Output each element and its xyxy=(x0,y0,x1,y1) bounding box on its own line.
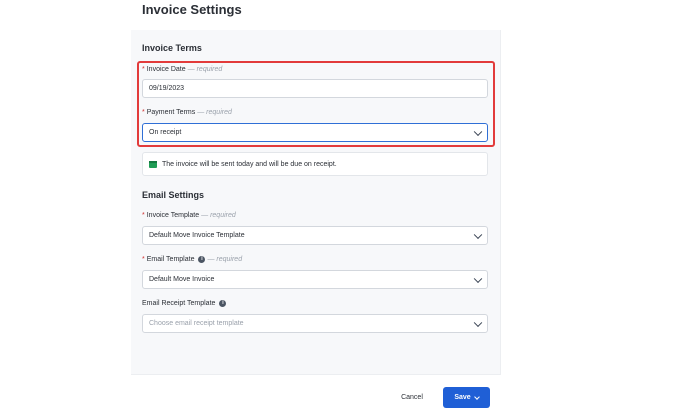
email-template-select[interactable]: Default Move Invoice xyxy=(142,270,488,289)
required-asterisk: * xyxy=(142,109,145,116)
chevron-down-icon xyxy=(473,127,483,136)
email-template-label: * Email Template i — required xyxy=(142,256,243,263)
invoice-template-select[interactable]: Default Move Invoice Template xyxy=(142,226,488,245)
invoice-date-label: * Invoice Date — required xyxy=(142,66,223,73)
info-icon[interactable]: i xyxy=(219,300,227,307)
chevron-down-icon xyxy=(473,393,480,400)
invoice-template-label: * Invoice Template — required xyxy=(142,212,236,219)
chevron-down-icon xyxy=(473,318,483,327)
invoice-date-field[interactable]: 09/19/2023 xyxy=(142,79,488,98)
footer-divider xyxy=(131,374,501,375)
invoice-terms-heading: Invoice Terms xyxy=(142,43,202,53)
email-receipt-template-label: Email Receipt Template i xyxy=(142,300,227,307)
page-title: Invoice Settings xyxy=(142,2,242,17)
payment-terms-label: * Payment Terms — required xyxy=(142,109,232,116)
info-icon[interactable]: i xyxy=(198,256,206,263)
required-asterisk: * xyxy=(142,66,145,73)
due-date-notice: The invoice will be sent today and will … xyxy=(142,152,488,176)
required-asterisk: * xyxy=(142,212,145,219)
calendar-icon xyxy=(149,160,157,168)
required-asterisk: * xyxy=(142,256,145,263)
save-button[interactable]: Save xyxy=(443,387,490,408)
cancel-button[interactable]: Cancel xyxy=(394,387,430,407)
email-settings-heading: Email Settings xyxy=(142,190,205,200)
chevron-down-icon xyxy=(473,230,483,239)
payment-terms-select[interactable]: On receipt xyxy=(142,123,488,142)
chevron-down-icon xyxy=(473,274,483,283)
email-receipt-template-select[interactable]: Choose email receipt template xyxy=(142,314,488,333)
